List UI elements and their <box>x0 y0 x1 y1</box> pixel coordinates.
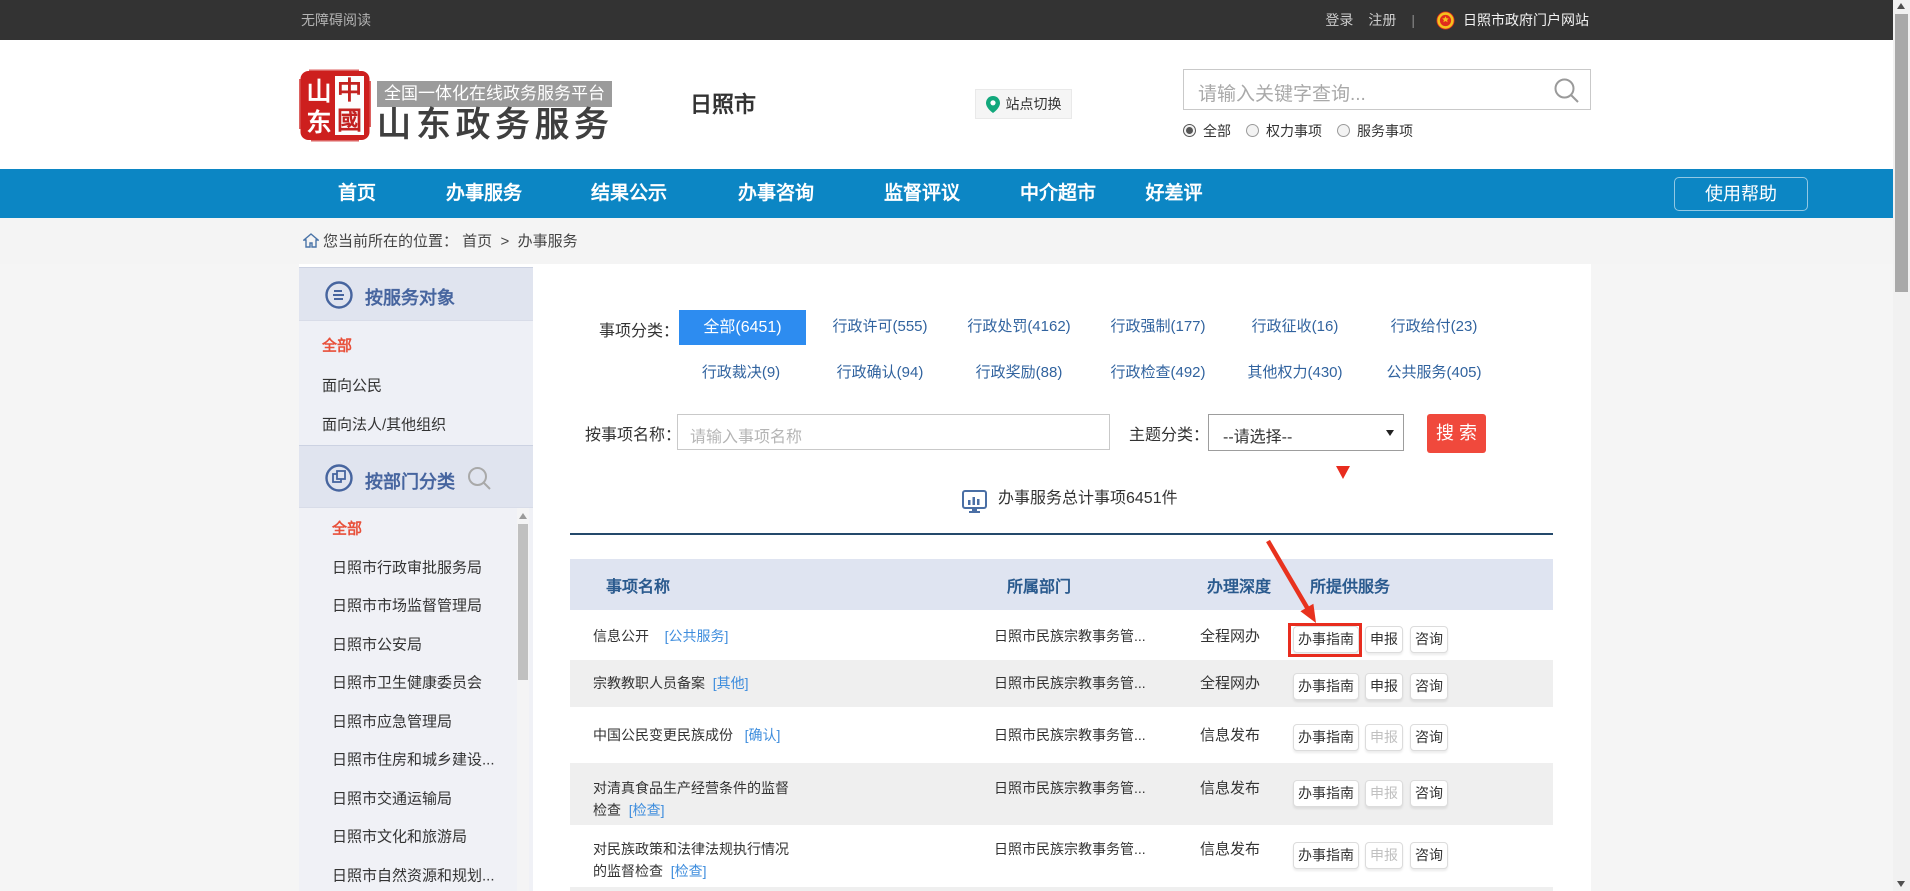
svg-text:國: 國 <box>337 107 362 135</box>
svg-text:东: 东 <box>306 108 331 137</box>
svg-text:中: 中 <box>337 77 362 105</box>
svg-text:山: 山 <box>306 78 331 106</box>
